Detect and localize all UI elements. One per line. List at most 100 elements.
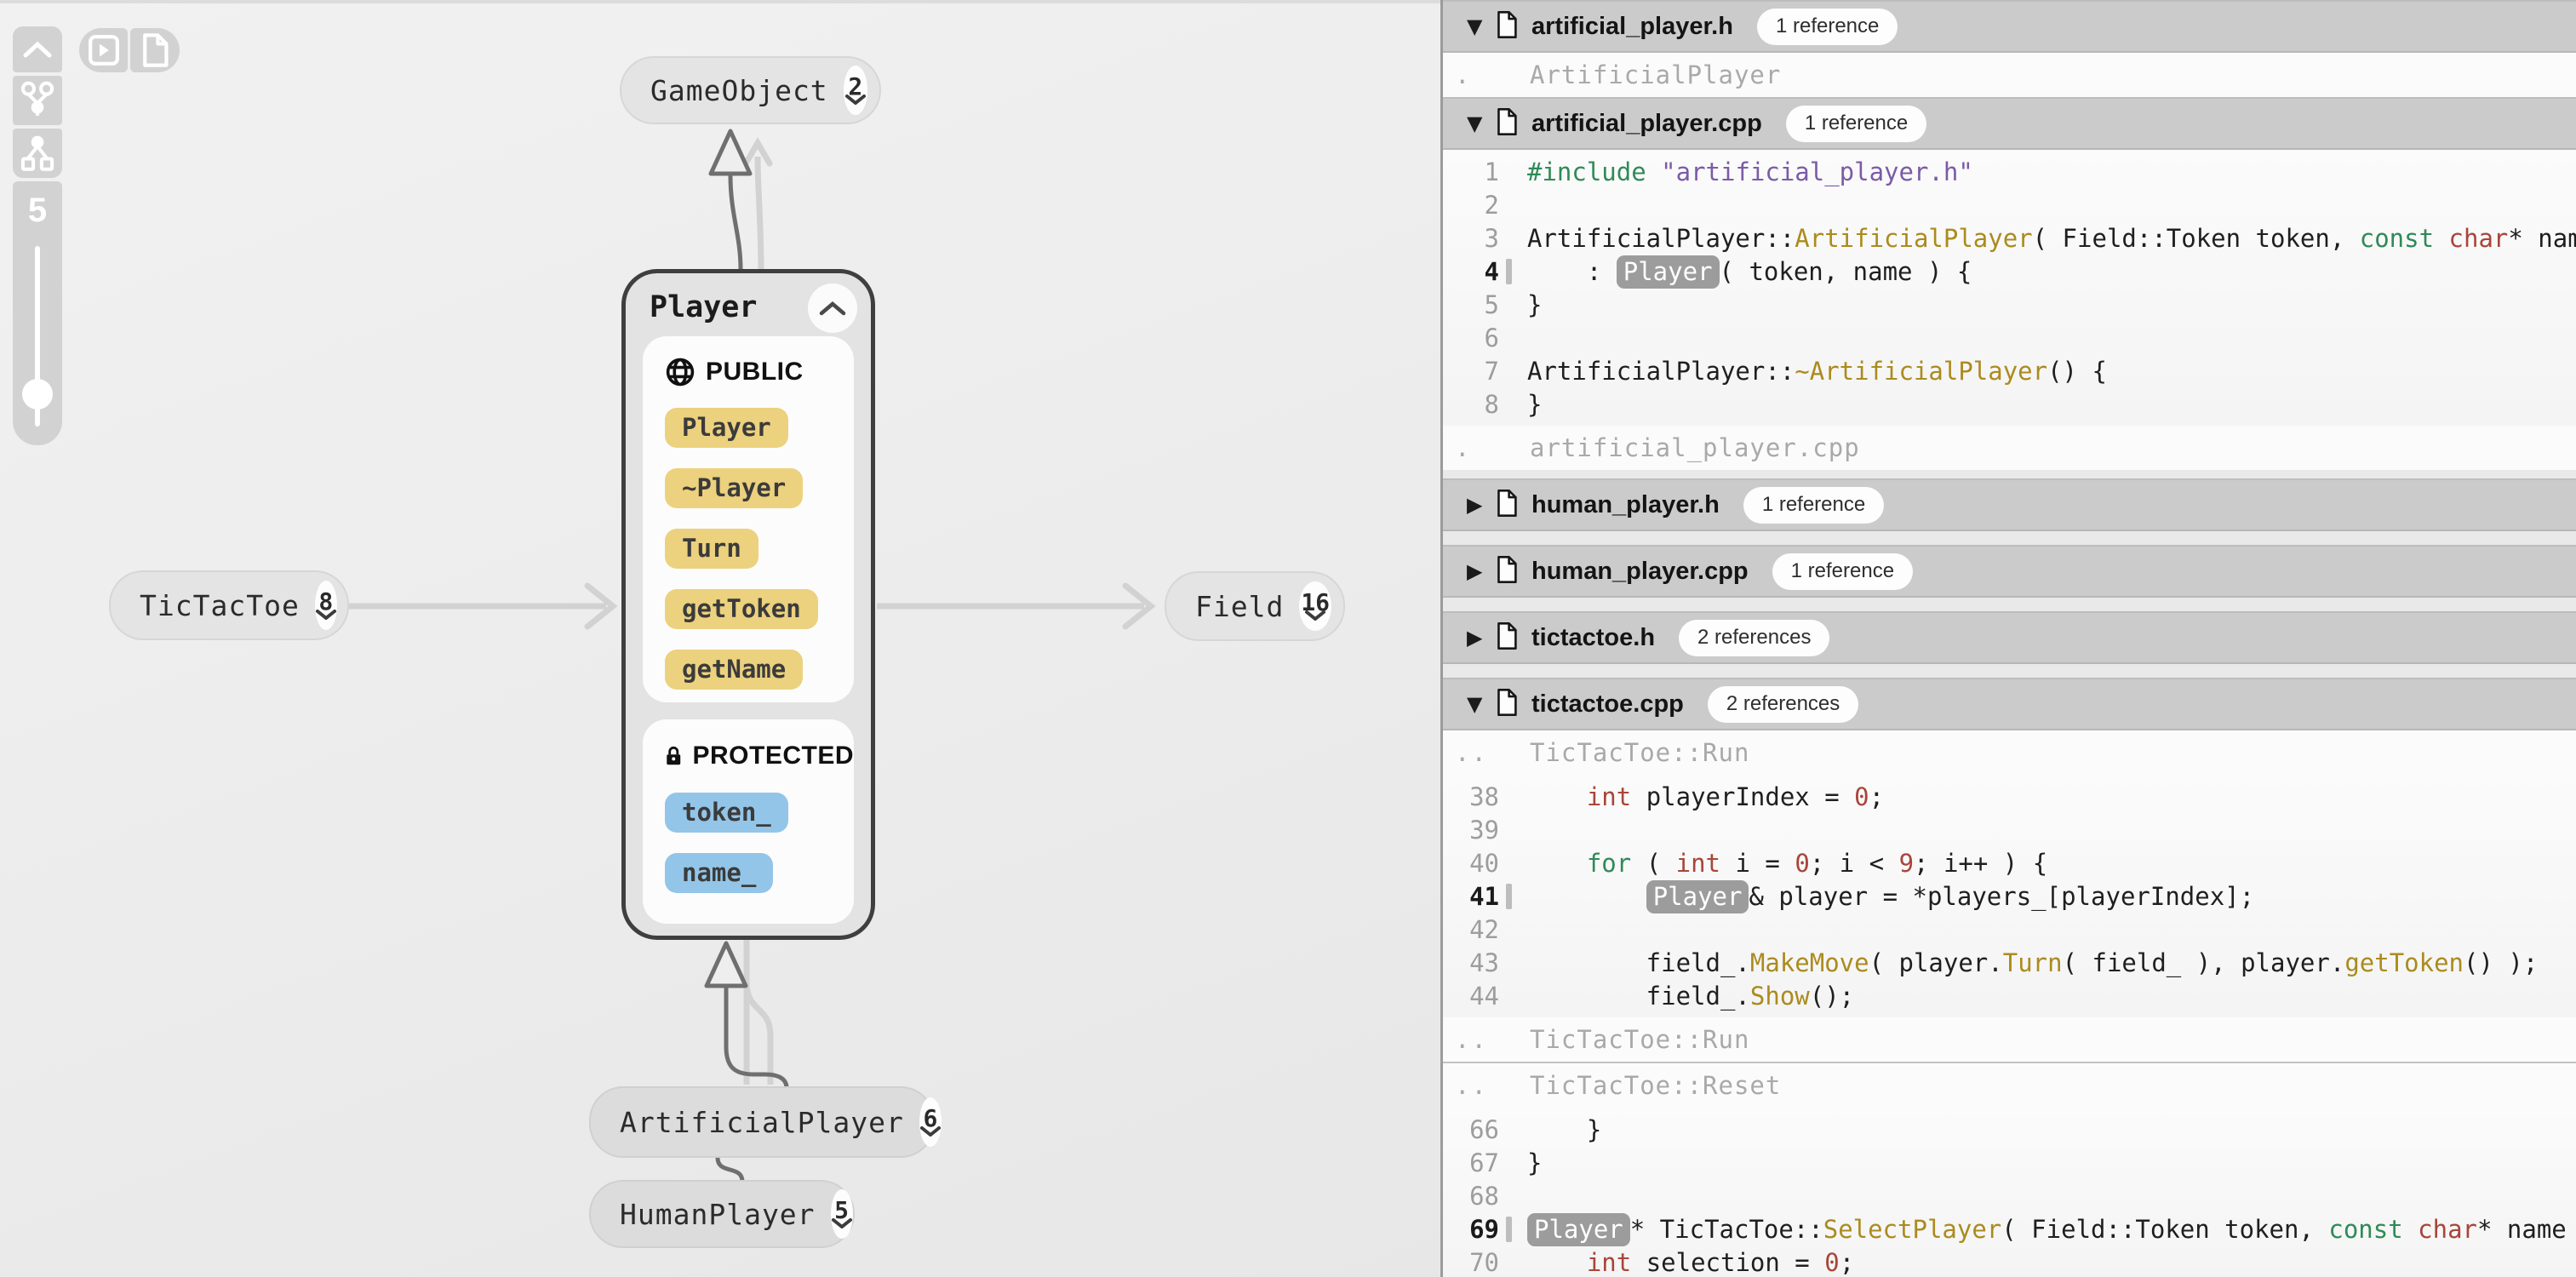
active-line-marker bbox=[1506, 226, 1512, 251]
node-artificialplayer[interactable]: ArtificialPlayer 6 bbox=[589, 1086, 942, 1158]
collapse-graph-button[interactable] bbox=[13, 26, 62, 72]
line-number: 69 bbox=[1469, 1214, 1499, 1244]
active-line-marker bbox=[1506, 1250, 1512, 1275]
node-count-badge[interactable]: 5 bbox=[830, 1189, 853, 1239]
code-token: const bbox=[2359, 223, 2435, 253]
line-number: 1 bbox=[1484, 157, 1499, 186]
caret-expanded-icon[interactable]: ▼ bbox=[1467, 14, 1489, 38]
line-number: 41 bbox=[1469, 881, 1499, 911]
code-line-43: 43 field_.MakeMove( player.Turn( field_ … bbox=[1443, 946, 2576, 979]
active-line-marker bbox=[1506, 358, 1512, 384]
graph-view-icon bbox=[20, 81, 54, 116]
caret-collapsed-icon[interactable]: ▶ bbox=[1467, 493, 1489, 517]
line-number: 38 bbox=[1469, 782, 1499, 811]
caret-expanded-icon[interactable]: ▼ bbox=[1467, 692, 1489, 716]
node-gameobject[interactable]: GameObject 2 bbox=[620, 56, 881, 124]
edge-player-gameobject[interactable] bbox=[728, 175, 743, 270]
node-count-badge[interactable]: 8 bbox=[314, 581, 337, 630]
node-count-badge[interactable]: 6 bbox=[919, 1097, 942, 1147]
code-text: ArtificialPlayer::ArtificialPlayer( Fiel… bbox=[1512, 224, 2576, 253]
code-token: Show bbox=[1749, 981, 1810, 1011]
slider-handle[interactable] bbox=[22, 379, 53, 409]
member-pill-Turn[interactable]: Turn bbox=[665, 529, 758, 569]
code-line-8: 8} bbox=[1443, 387, 2576, 421]
line-number: 4 bbox=[1484, 256, 1499, 286]
active-line-marker bbox=[1506, 817, 1512, 843]
code-token: ( Field::Token token, bbox=[2032, 223, 2360, 253]
member-pill-getName[interactable]: getName bbox=[665, 650, 804, 690]
player-protected-section: PROTECTED token_ name_ bbox=[643, 719, 854, 924]
edge-light-up-gameobject[interactable] bbox=[754, 156, 764, 270]
highlighted-symbol-player[interactable]: Player bbox=[1646, 879, 1749, 913]
collapse-node-button[interactable] bbox=[808, 283, 857, 333]
node-field[interactable]: Field 16 bbox=[1165, 571, 1345, 641]
code-snippet: 1 #include "artificial_player.h" 2 3 Artific… bbox=[1443, 150, 2576, 426]
chevron-up-icon bbox=[819, 301, 846, 316]
node-tictactoe[interactable]: TicTacToe 8 bbox=[109, 570, 349, 640]
slider-value: 5 bbox=[27, 192, 48, 229]
file-icon bbox=[1497, 10, 1517, 38]
code-token: field_. bbox=[1527, 981, 1750, 1011]
line-number: 3 bbox=[1484, 223, 1499, 253]
code-line-67: 67} bbox=[1443, 1146, 2576, 1179]
file-row-tictactoe.h[interactable]: ▶ tictactoe.h 2 references bbox=[1443, 611, 2576, 664]
scope-row[interactable]: .. TicTacToe::Run bbox=[1443, 1017, 2576, 1062]
code-text: field_.Show(); bbox=[1512, 982, 1854, 1011]
file-row-tictactoe.cpp[interactable]: ▼ tictactoe.cpp 2 references bbox=[1443, 678, 2576, 730]
member-pill-name_[interactable]: name_ bbox=[665, 853, 774, 893]
line-number: 70 bbox=[1469, 1247, 1499, 1277]
graph-depth-slider[interactable]: 5 bbox=[13, 181, 62, 445]
highlighted-symbol-player[interactable]: Player bbox=[1527, 1212, 1630, 1246]
node-player[interactable]: Player PUBLIC Player ~Player Turn getToken ge… bbox=[621, 269, 875, 940]
reference-count-badge: 1 reference bbox=[1743, 486, 1885, 524]
line-number: 44 bbox=[1469, 981, 1499, 1011]
member-pill-Player[interactable]: ~Player bbox=[665, 468, 804, 508]
custom-trail-button[interactable] bbox=[79, 28, 128, 72]
node-count-badge[interactable]: 16 bbox=[1299, 581, 1331, 631]
code-token: for bbox=[1586, 848, 1632, 878]
line-number: 39 bbox=[1469, 815, 1499, 845]
scope-row[interactable]: .. TicTacToe::Reset bbox=[1443, 1063, 2576, 1108]
file-name: human_player.cpp bbox=[1531, 557, 1749, 585]
member-pill-Player[interactable]: Player bbox=[665, 408, 788, 448]
code-text: } bbox=[1512, 1115, 1601, 1144]
inheritance-triangle-player bbox=[704, 941, 748, 988]
member-pill-getToken[interactable]: getToken bbox=[665, 589, 818, 629]
caret-collapsed-icon[interactable]: ▶ bbox=[1467, 626, 1489, 650]
node-humanplayer[interactable]: HumanPlayer 5 bbox=[589, 1180, 855, 1248]
hierarchy-view-button[interactable] bbox=[13, 129, 62, 178]
code-text: } bbox=[1512, 390, 1542, 419]
node-label: TicTacToe bbox=[140, 588, 300, 622]
file-row-human_player.cpp[interactable]: ▶ human_player.cpp 1 reference bbox=[1443, 545, 2576, 598]
code-line-4: 4 : Player( token, name ) { bbox=[1443, 255, 2576, 289]
code-token: const bbox=[2328, 1214, 2403, 1244]
code-token: int bbox=[1586, 1247, 1632, 1277]
node-count-badge[interactable]: 2 bbox=[843, 66, 867, 115]
code-token: getToken bbox=[2344, 948, 2464, 977]
file-row-artificial_player.cpp[interactable]: ▼ artificial_player.cpp 1 reference bbox=[1443, 97, 2576, 150]
edge-light-down-2[interactable] bbox=[743, 982, 774, 1085]
file-trail-button[interactable] bbox=[130, 28, 180, 72]
highlighted-symbol-player[interactable]: Player bbox=[1616, 255, 1720, 289]
panel-divider[interactable] bbox=[1440, 0, 1443, 1277]
scope-row[interactable]: . ArtificialPlayer bbox=[1443, 53, 2576, 97]
edge-humanplayer-player[interactable] bbox=[715, 1157, 745, 1183]
scope-row[interactable]: .. TicTacToe::Run bbox=[1443, 730, 2576, 775]
edge-artificialplayer-player[interactable] bbox=[724, 986, 789, 1089]
scope-name: TicTacToe::Reset bbox=[1530, 1071, 1782, 1100]
graph-view-button[interactable] bbox=[13, 76, 62, 125]
code-line-41: 41 Player & player = *players_[playerInde… bbox=[1443, 879, 2576, 913]
code-token: char bbox=[2418, 1214, 2477, 1244]
code-token: 0 bbox=[1854, 782, 1869, 811]
line-number: 66 bbox=[1469, 1114, 1499, 1144]
member-pill-token_[interactable]: token_ bbox=[665, 793, 788, 833]
file-row-artificial_player.h[interactable]: ▼ artificial_player.h 1 reference bbox=[1443, 0, 2576, 53]
file-row-human_player.h[interactable]: ▶ human_player.h 1 reference bbox=[1443, 478, 2576, 531]
scope-row[interactable]: . artificial_player.cpp bbox=[1443, 426, 2576, 470]
file-name: tictactoe.cpp bbox=[1531, 690, 1684, 718]
caret-expanded-icon[interactable]: ▼ bbox=[1467, 112, 1489, 135]
active-line-marker bbox=[1506, 850, 1512, 876]
code-token: SelectPlayer bbox=[1823, 1214, 2002, 1244]
caret-collapsed-icon[interactable]: ▶ bbox=[1467, 559, 1489, 583]
